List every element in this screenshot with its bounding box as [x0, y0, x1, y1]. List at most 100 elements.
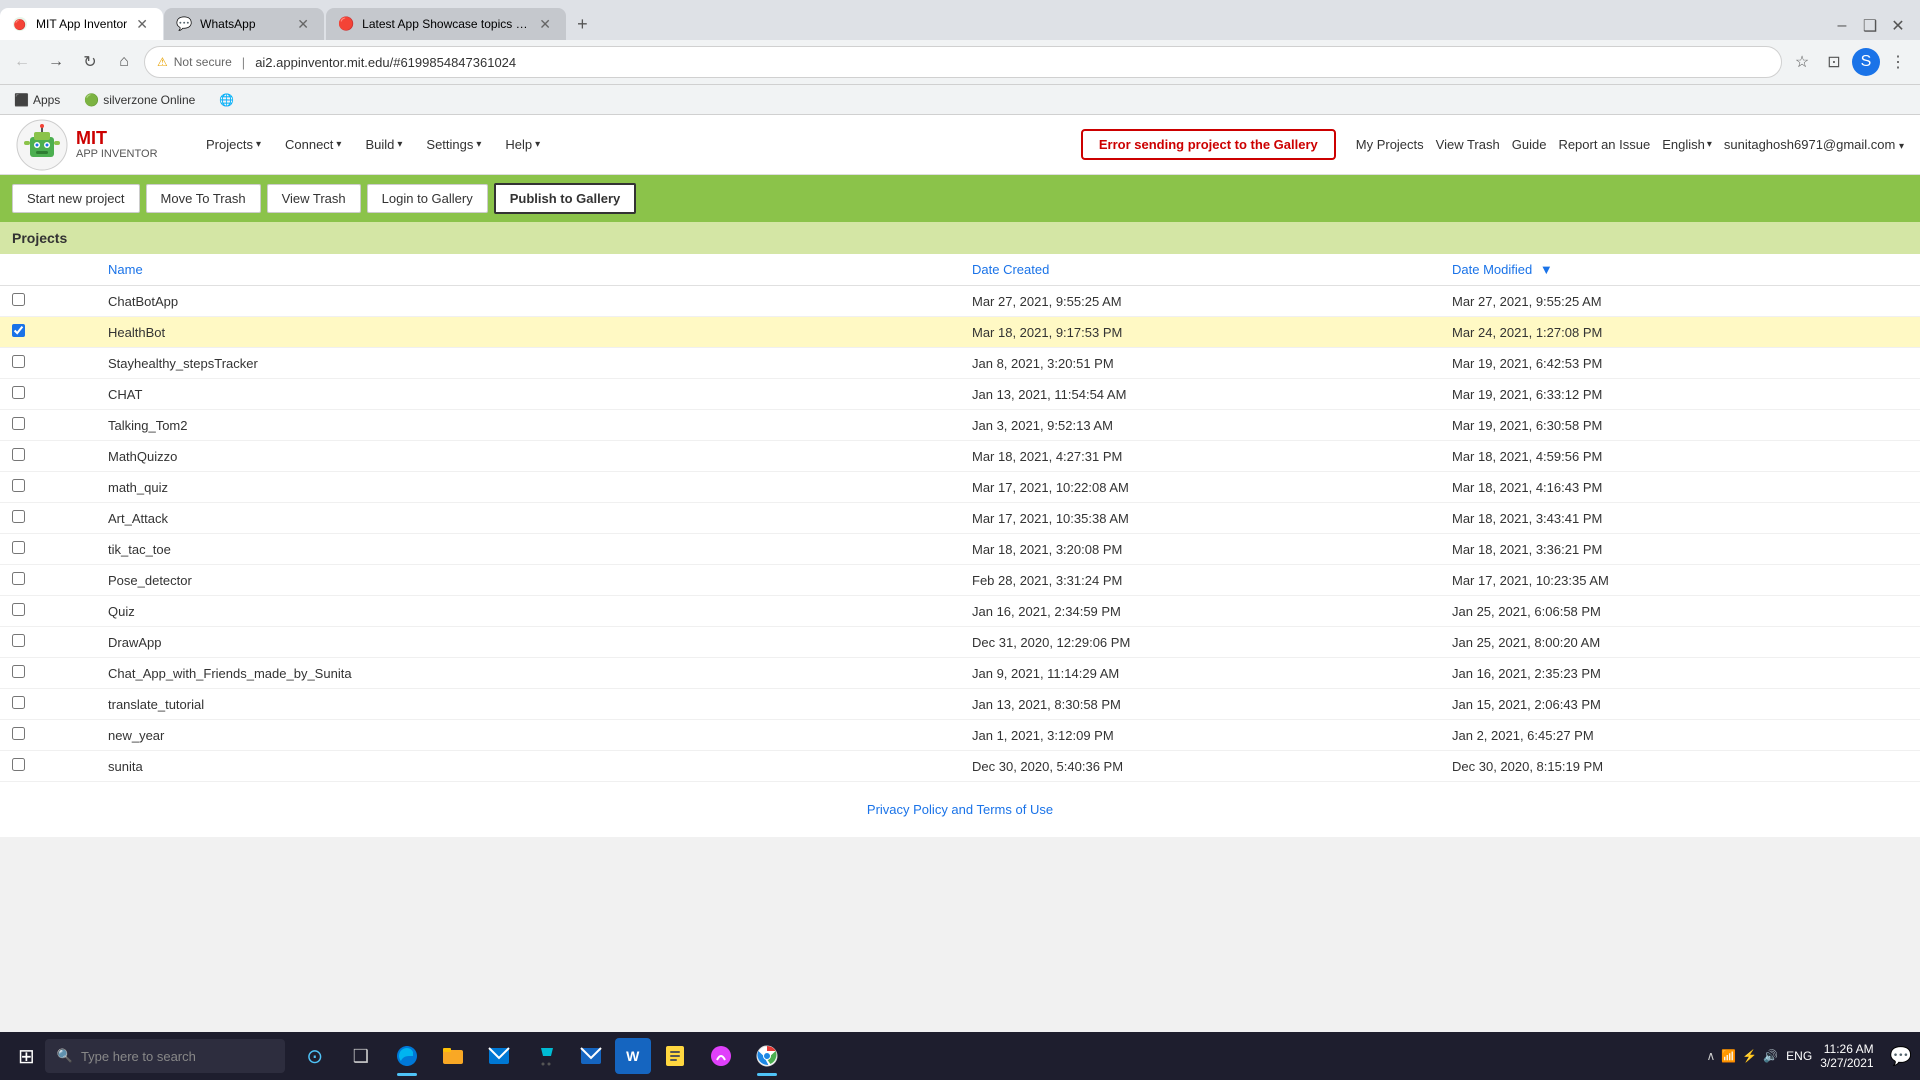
row-checkbox[interactable]	[12, 603, 25, 616]
guide-link[interactable]: Guide	[1512, 137, 1547, 152]
row-checkbox[interactable]	[12, 510, 25, 523]
maximize-button[interactable]: ❑	[1856, 12, 1884, 40]
tab-whatsapp[interactable]: 💬 WhatsApp ✕	[164, 8, 324, 40]
bookmark-apps[interactable]: ⬛ Apps	[8, 91, 66, 109]
taskbar-edge[interactable]	[385, 1034, 429, 1078]
publish-to-gallery-button[interactable]: Publish to Gallery	[494, 183, 637, 214]
chevron-up-icon[interactable]: ∧	[1707, 1049, 1716, 1063]
table-row[interactable]: QuizJan 16, 2021, 2:34:59 PMJan 25, 2021…	[0, 596, 1920, 627]
view-trash-button[interactable]: View Trash	[267, 184, 361, 213]
table-row[interactable]: Talking_Tom2Jan 3, 2021, 9:52:13 AMMar 1…	[0, 410, 1920, 441]
view-trash-link[interactable]: View Trash	[1436, 137, 1500, 152]
tab-favicon-3: 🔴	[338, 16, 354, 32]
new-tab-button[interactable]: +	[567, 8, 598, 40]
table-row[interactable]: new_yearJan 1, 2021, 3:12:09 PMJan 2, 20…	[0, 720, 1920, 751]
refresh-button[interactable]: ↻	[76, 48, 104, 76]
table-row[interactable]: CHATJan 13, 2021, 11:54:54 AMMar 19, 202…	[0, 379, 1920, 410]
date-modified-column-header[interactable]: Date Modified ▼	[1440, 254, 1920, 286]
row-checkbox[interactable]	[12, 324, 25, 337]
profile-button[interactable]: S	[1852, 48, 1880, 76]
taskbar-file-explorer[interactable]	[431, 1034, 475, 1078]
forward-button[interactable]: →	[42, 48, 70, 76]
nav-build[interactable]: Build ▾	[355, 131, 412, 158]
taskbar-task-view[interactable]: ❑	[339, 1034, 383, 1078]
table-row[interactable]: tik_tac_toeMar 18, 2021, 3:20:08 PMMar 1…	[0, 534, 1920, 565]
start-new-project-button[interactable]: Start new project	[12, 184, 140, 213]
row-checkbox[interactable]	[12, 417, 25, 430]
row-checkbox[interactable]	[12, 293, 25, 306]
tab-close-3[interactable]: ✕	[536, 15, 554, 33]
start-button[interactable]: ⊞	[8, 1038, 45, 1075]
home-button[interactable]: ⌂	[110, 48, 138, 76]
more-button[interactable]: ⋮	[1884, 48, 1912, 76]
taskbar-search-box[interactable]: 🔍 Type here to search	[45, 1039, 285, 1073]
nav-projects[interactable]: Projects ▾	[196, 131, 271, 158]
row-checkbox[interactable]	[12, 634, 25, 647]
table-row[interactable]: Art_AttackMar 17, 2021, 10:35:38 AMMar 1…	[0, 503, 1920, 534]
taskbar-mail2[interactable]	[569, 1034, 613, 1078]
privacy-policy-link[interactable]: Privacy Policy and Terms of Use	[867, 802, 1053, 817]
row-checkbox[interactable]	[12, 479, 25, 492]
table-row[interactable]: Stayhealthy_stepsTrackerJan 8, 2021, 3:2…	[0, 348, 1920, 379]
table-row[interactable]: Chat_App_with_Friends_made_by_SunitaJan …	[0, 658, 1920, 689]
cast-button[interactable]: ⊡	[1820, 48, 1848, 76]
taskbar-chrome[interactable]	[745, 1034, 789, 1078]
taskbar-email[interactable]	[477, 1034, 521, 1078]
address-bar[interactable]: ⚠ Not secure | ai2.appinventor.mit.edu/#…	[144, 46, 1782, 78]
notification-icon[interactable]: 💬	[1890, 1046, 1912, 1067]
language-button[interactable]: English ▾	[1662, 137, 1712, 152]
table-row[interactable]: translate_tutorialJan 13, 2021, 8:30:58 …	[0, 689, 1920, 720]
project-name: translate_tutorial	[96, 689, 960, 720]
move-to-trash-button[interactable]: Move To Trash	[146, 184, 261, 213]
chevron-down-icon: ▾	[535, 139, 540, 150]
volume-icon[interactable]: 🔊	[1763, 1049, 1778, 1063]
name-column-header[interactable]: Name	[96, 254, 960, 286]
table-row[interactable]: ChatBotAppMar 27, 2021, 9:55:25 AMMar 27…	[0, 286, 1920, 317]
close-window-button[interactable]: ✕	[1884, 12, 1912, 40]
nav-settings[interactable]: Settings ▾	[416, 131, 491, 158]
row-checkbox[interactable]	[12, 758, 25, 771]
row-checkbox[interactable]	[12, 696, 25, 709]
row-checkbox[interactable]	[12, 665, 25, 678]
login-to-gallery-button[interactable]: Login to Gallery	[367, 184, 488, 213]
row-checkbox[interactable]	[12, 727, 25, 740]
back-button[interactable]: ←	[8, 48, 36, 76]
taskbar-clock[interactable]: 11:26 AM 3/27/2021	[1820, 1042, 1873, 1070]
table-row[interactable]: math_quizMar 17, 2021, 10:22:08 AMMar 18…	[0, 472, 1920, 503]
bluetooth-icon[interactable]: ⚡	[1742, 1049, 1757, 1063]
taskbar-store[interactable]	[523, 1034, 567, 1078]
taskbar-search-placeholder: Type here to search	[81, 1049, 196, 1064]
table-row[interactable]: HealthBotMar 18, 2021, 9:17:53 PMMar 24,…	[0, 317, 1920, 348]
taskbar-paint[interactable]	[699, 1034, 743, 1078]
bookmark-button[interactable]: ☆	[1788, 48, 1816, 76]
user-email[interactable]: sunitaghosh6971@gmail.com ▾	[1724, 137, 1904, 152]
tab-close-1[interactable]: ✕	[133, 15, 151, 33]
network-icon[interactable]: 📶	[1721, 1049, 1736, 1063]
table-row[interactable]: Pose_detectorFeb 28, 2021, 3:31:24 PMMar…	[0, 565, 1920, 596]
date-created-column-header[interactable]: Date Created	[960, 254, 1440, 286]
row-checkbox[interactable]	[12, 386, 25, 399]
bookmark-globe[interactable]: 🌐	[213, 91, 240, 109]
row-checkbox[interactable]	[12, 541, 25, 554]
table-row[interactable]: DrawAppDec 31, 2020, 12:29:06 PMJan 25, …	[0, 627, 1920, 658]
nav-help[interactable]: Help ▾	[495, 131, 550, 158]
tab-mit-app-inventor[interactable]: 🔴 MIT App Inventor ✕	[0, 8, 163, 40]
taskbar-cortana[interactable]: ⊙	[293, 1034, 337, 1078]
row-checkbox[interactable]	[12, 355, 25, 368]
row-checkbox[interactable]	[12, 572, 25, 585]
table-row[interactable]: sunitaDec 30, 2020, 5:40:36 PMDec 30, 20…	[0, 751, 1920, 782]
nav-connect[interactable]: Connect ▾	[275, 131, 351, 158]
chevron-down-icon: ▾	[256, 139, 261, 150]
taskbar-word[interactable]: W	[615, 1038, 651, 1074]
tab-close-2[interactable]: ✕	[294, 15, 312, 33]
taskbar-notes[interactable]	[653, 1034, 697, 1078]
apps-icon: ⬛	[14, 93, 29, 107]
lang-indicator[interactable]: ENG	[1786, 1049, 1812, 1063]
minimize-button[interactable]: –	[1828, 12, 1856, 40]
my-projects-link[interactable]: My Projects	[1356, 137, 1424, 152]
bookmark-silverzone[interactable]: 🟢 silverzone Online	[78, 91, 201, 109]
report-issue-link[interactable]: Report an Issue	[1558, 137, 1650, 152]
tab-latest-app[interactable]: 🔴 Latest App Showcase topics - M... ✕	[326, 8, 566, 40]
table-row[interactable]: MathQuizzoMar 18, 2021, 4:27:31 PMMar 18…	[0, 441, 1920, 472]
row-checkbox[interactable]	[12, 448, 25, 461]
